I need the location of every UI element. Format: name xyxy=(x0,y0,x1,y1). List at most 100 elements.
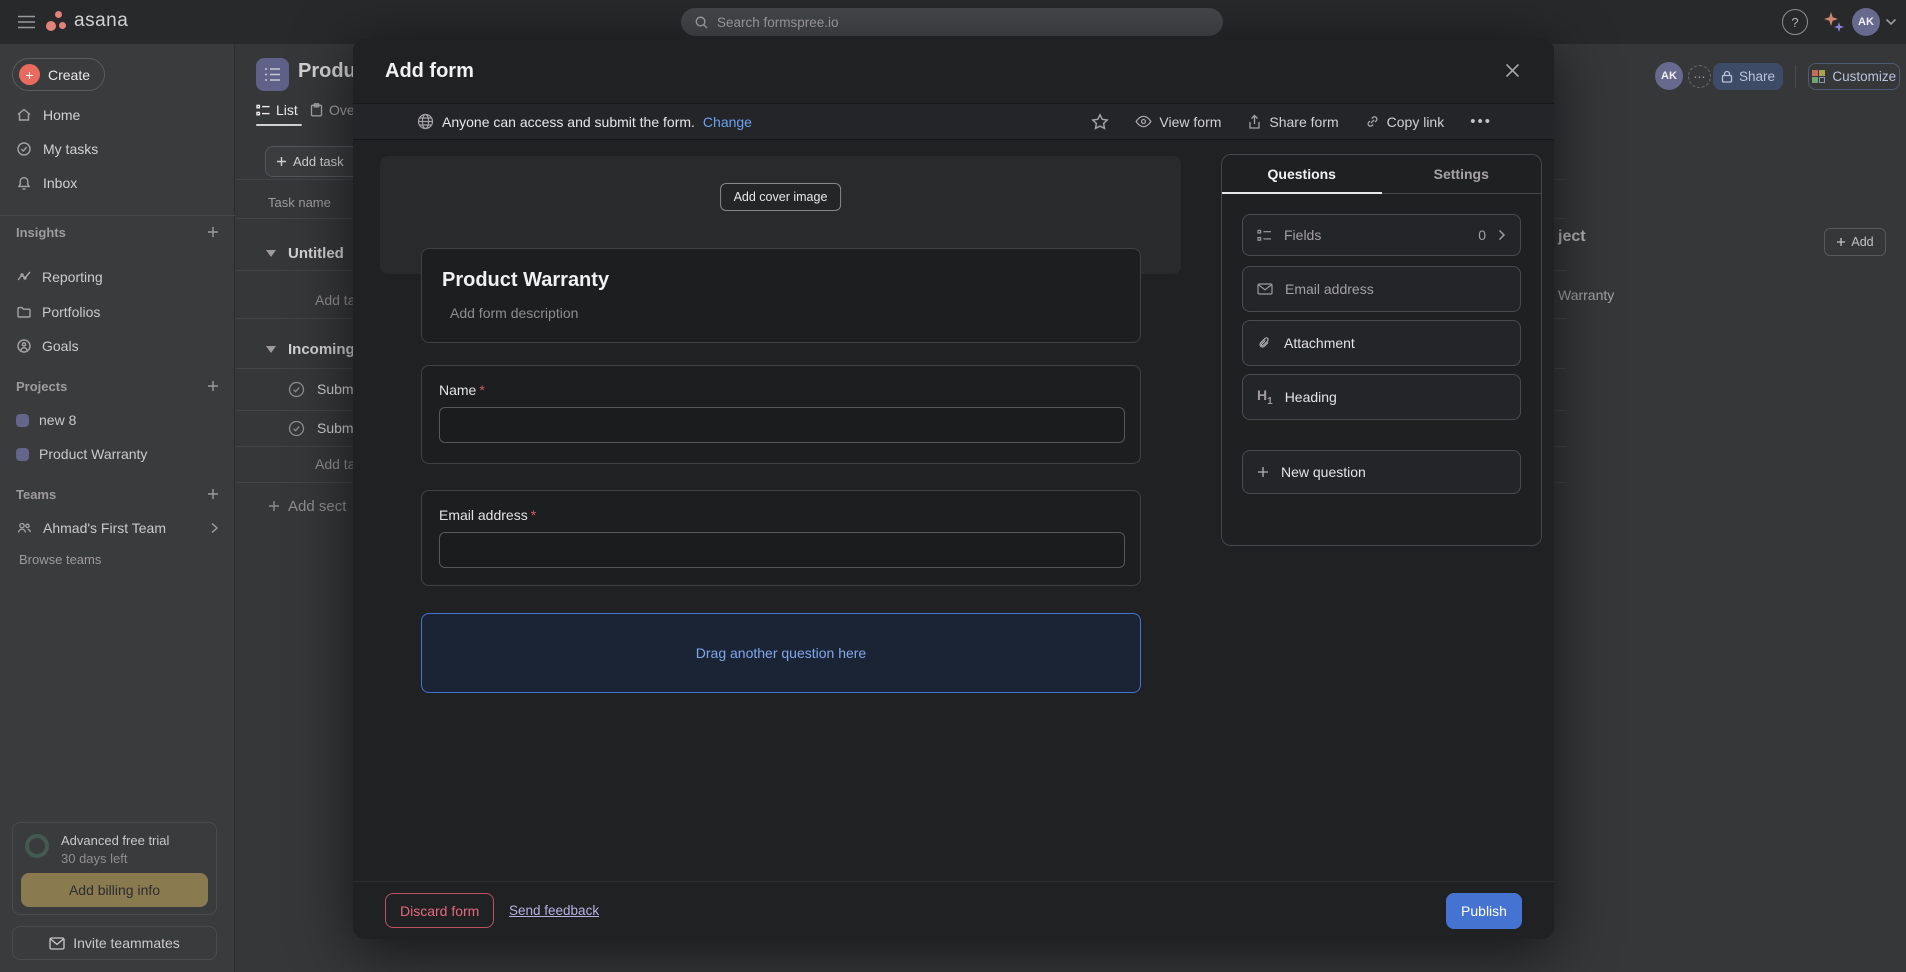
question-panel: Questions Settings Fields 0 Email addres… xyxy=(1221,154,1542,546)
sidebar-item-goals[interactable]: Goals xyxy=(0,329,235,363)
hamburger-menu-icon[interactable] xyxy=(18,15,35,29)
publish-button[interactable]: Publish xyxy=(1446,893,1522,929)
add-task-row-label: Add ta xyxy=(315,292,355,308)
sidebar-item-home[interactable]: Home xyxy=(0,98,235,132)
projects-section-header[interactable]: Projects xyxy=(0,376,235,396)
customize-button[interactable]: Customize xyxy=(1808,63,1900,90)
panel-question-types: Fields 0 Email address Attachment xyxy=(1222,194,1541,514)
access-status: Anyone can access and submit the form. C… xyxy=(417,113,752,130)
invite-label: Invite teammates xyxy=(73,935,180,951)
add-project-icon[interactable] xyxy=(207,380,219,392)
help-button[interactable]: ? xyxy=(1782,9,1808,35)
trial-card: Advanced free trial 30 days left Add bil… xyxy=(12,822,217,915)
sidebar-item-label: Ahmad's First Team xyxy=(43,520,200,536)
copy-link-button[interactable]: Copy link xyxy=(1365,114,1445,130)
add-task-row[interactable]: Add ta xyxy=(315,446,355,482)
view-form-button[interactable]: View form xyxy=(1135,114,1221,130)
send-feedback-link[interactable]: Send feedback xyxy=(509,903,599,918)
add-billing-info-button[interactable]: Add billing info xyxy=(21,873,208,907)
required-asterisk: * xyxy=(479,382,484,398)
task-row[interactable]: Submi xyxy=(288,410,357,446)
modal-toolbar: Anyone can access and submit the form. C… xyxy=(353,103,1554,140)
account-chevron-down-icon[interactable] xyxy=(1885,18,1897,26)
form-title[interactable]: Product Warranty xyxy=(442,269,1140,292)
asana-logo-text: asana xyxy=(74,10,128,32)
tab-settings[interactable]: Settings xyxy=(1382,155,1542,193)
search-input[interactable]: Search formspree.io xyxy=(681,8,1223,36)
globe-icon xyxy=(417,113,434,130)
question-card-email[interactable]: Email address* xyxy=(421,490,1141,586)
heading-h1-icon: H1 xyxy=(1257,387,1273,407)
new-question-button[interactable]: New question xyxy=(1242,450,1521,494)
email-field[interactable] xyxy=(439,532,1125,568)
tab-questions[interactable]: Questions xyxy=(1222,155,1382,193)
link-icon xyxy=(1365,114,1380,129)
topbar: asana Search formspree.io ? AK xyxy=(0,0,1906,44)
browse-teams-link[interactable]: Browse teams xyxy=(19,552,101,567)
create-button[interactable]: + Create xyxy=(12,58,105,91)
more-members-button[interactable]: ⋯ xyxy=(1688,65,1711,88)
section-row-untitled[interactable]: Untitled xyxy=(266,236,344,270)
add-insight-icon[interactable] xyxy=(207,226,219,238)
close-icon[interactable] xyxy=(1505,63,1520,78)
modal-header: Add form xyxy=(353,39,1554,103)
details-pane-heading: ject xyxy=(1558,228,1586,246)
share-form-button[interactable]: Share form xyxy=(1247,114,1338,130)
sidebar-item-team[interactable]: Ahmad's First Team xyxy=(0,511,235,545)
name-field[interactable] xyxy=(439,407,1125,443)
sidebar-item-inbox[interactable]: Inbox xyxy=(0,166,235,200)
drop-zone-label: Drag another question here xyxy=(696,645,866,661)
fields-item[interactable]: Fields 0 xyxy=(1242,214,1521,256)
add-team-icon[interactable] xyxy=(207,488,219,500)
plus-icon: + xyxy=(19,64,40,85)
add-task-row[interactable]: Add ta xyxy=(315,282,355,318)
section-row-incoming[interactable]: Incoming xyxy=(266,330,355,368)
details-add-button[interactable]: Add xyxy=(1824,228,1886,256)
discard-form-button[interactable]: Discard form xyxy=(385,893,494,928)
trial-title: Advanced free trial xyxy=(61,833,169,848)
question-type-label: Email address xyxy=(1285,281,1374,297)
sidebar-item-portfolios[interactable]: Portfolios xyxy=(0,295,235,329)
sidebar: + Create Home My tasks Inbox Insights Re… xyxy=(0,44,235,972)
section-collapse-triangle-icon[interactable] xyxy=(266,250,276,257)
form-description-placeholder[interactable]: Add form description xyxy=(450,305,1140,321)
customize-label: Customize xyxy=(1832,69,1896,84)
teams-section-header[interactable]: Teams xyxy=(0,484,235,504)
sidebar-item-reporting[interactable]: Reporting xyxy=(0,260,235,294)
plus-icon xyxy=(268,500,280,512)
share-button[interactable]: Share xyxy=(1713,63,1783,90)
member-avatar[interactable]: AK xyxy=(1655,62,1683,90)
sidebar-item-project-product-warranty[interactable]: Product Warranty xyxy=(0,437,235,471)
section-title: Insights xyxy=(16,225,66,240)
asana-logo-icon[interactable] xyxy=(46,11,70,33)
task-check-circle-icon[interactable] xyxy=(288,381,305,398)
user-avatar[interactable]: AK xyxy=(1852,8,1880,36)
ai-sparkles-icon[interactable] xyxy=(1822,10,1846,34)
goals-icon xyxy=(16,338,32,354)
question-type-email[interactable]: Email address xyxy=(1242,266,1521,312)
active-panel-tab-underline xyxy=(1222,192,1382,194)
add-cover-image-button[interactable]: Add cover image xyxy=(720,183,842,211)
sidebar-item-label: Inbox xyxy=(43,175,77,191)
insights-section-header[interactable]: Insights xyxy=(0,222,235,242)
favorite-star-icon[interactable] xyxy=(1091,113,1109,131)
question-type-heading[interactable]: H1 Heading xyxy=(1242,374,1521,420)
change-access-link[interactable]: Change xyxy=(703,114,752,130)
more-options-icon[interactable]: ••• xyxy=(1470,113,1492,130)
sidebar-item-label: Home xyxy=(43,107,80,123)
question-drop-zone[interactable]: Drag another question here xyxy=(421,613,1141,693)
section-title: Projects xyxy=(16,379,67,394)
question-card-name[interactable]: Name* xyxy=(421,365,1141,464)
chevron-right-icon[interactable] xyxy=(210,522,219,534)
question-type-attachment[interactable]: Attachment xyxy=(1242,320,1521,366)
invite-teammates-button[interactable]: Invite teammates xyxy=(12,926,217,960)
add-section-button[interactable]: Add sect xyxy=(268,492,346,520)
section-collapse-triangle-icon[interactable] xyxy=(266,346,276,353)
task-row[interactable]: Submi xyxy=(288,368,357,410)
sidebar-item-my-tasks[interactable]: My tasks xyxy=(0,132,235,166)
sidebar-item-project-new8[interactable]: new 8 xyxy=(0,403,235,437)
form-title-card[interactable]: Product Warranty Add form description xyxy=(421,248,1141,343)
task-check-circle-icon[interactable] xyxy=(288,420,305,437)
column-header-task-name[interactable]: Task name xyxy=(268,195,331,210)
tab-list[interactable]: List xyxy=(256,102,298,118)
